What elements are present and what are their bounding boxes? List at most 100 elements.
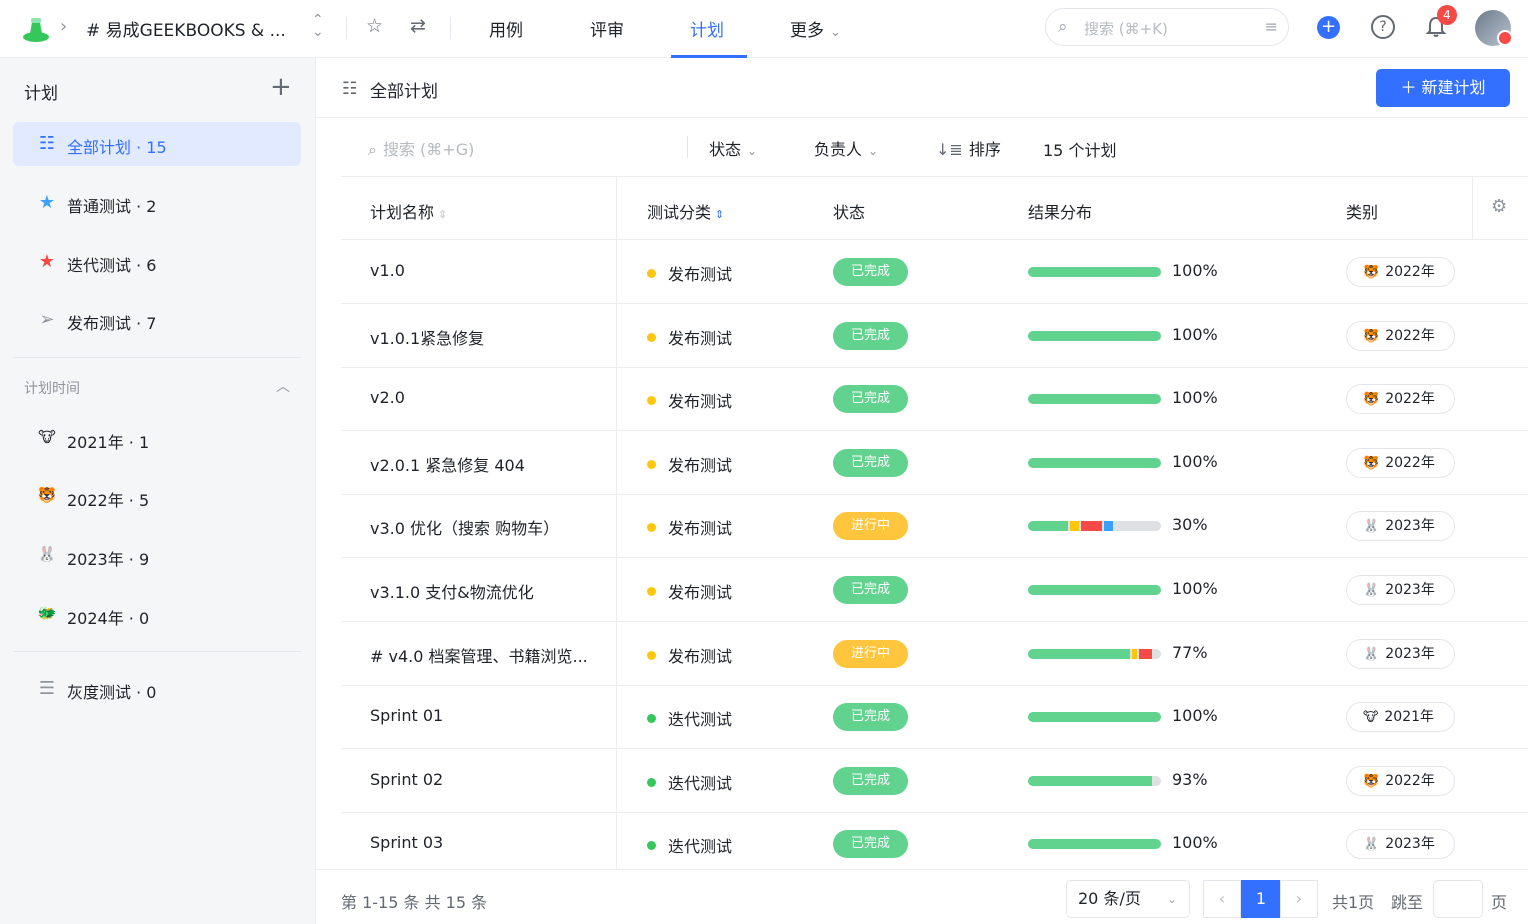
status-filter-dropdown[interactable]: 状态 ⌄ <box>709 136 757 160</box>
status-badge: 已完成 <box>833 448 908 477</box>
year-tag-label: 2022年 <box>1385 772 1435 789</box>
test-category-label: 发布测试 <box>668 265 733 284</box>
prev-page-button[interactable]: ‹ <box>1203 880 1241 918</box>
plan-name[interactable]: v1.0 <box>370 261 405 280</box>
chevron-down-icon: ⌄ <box>830 25 841 40</box>
sidebar-item-iteration-test[interactable]: ★ 迭代测试 · 6 <box>13 240 301 284</box>
tiger-icon: 🐯 <box>1363 773 1380 789</box>
year-tag: 🐯 2022年 <box>1346 765 1455 796</box>
page-title: 全部计划 <box>370 82 438 102</box>
project-switch-icon[interactable]: ⌃ ⌄ <box>312 13 324 39</box>
tab-more[interactable]: 更多 ⌄ <box>790 16 841 41</box>
sidebar-item-label: 普通测试 · 2 <box>67 197 157 216</box>
rabbit-icon: 🐰 <box>1363 837 1380 853</box>
page-number-current[interactable]: 1 <box>1241 880 1281 918</box>
category-dot <box>647 332 656 342</box>
sidebar-item-label: 2022年 · 5 <box>67 491 150 510</box>
sidebar-item-year-2022[interactable]: 🐯 2022年 · 5 <box>13 475 301 519</box>
result-percentage: 93% <box>1172 769 1208 789</box>
plan-name[interactable]: v3.1.0 支付&物流优化 <box>370 579 534 603</box>
page-suffix: 页 <box>1491 893 1508 912</box>
sidebar-item-all-plans[interactable]: ☷ 全部计划 · 15 <box>13 122 301 166</box>
plan-name[interactable]: v2.0.1 紧急修复 404 <box>370 452 525 476</box>
table-row[interactable]: Sprint 02 迭代测试 已完成 93% 🐯 2022年 <box>341 749 1528 813</box>
table-row[interactable]: v2.0.1 紧急修复 404 发布测试 已完成 100% 🐯 2022年 <box>341 431 1528 495</box>
result-bar-segment <box>1028 648 1130 659</box>
status-badge: 已完成 <box>833 385 908 414</box>
category-dot <box>647 841 656 851</box>
sidebar-item-release-test[interactable]: ➢ 发布测试 · 7 <box>13 298 301 342</box>
sidebar-item-normal-test[interactable]: ★ 普通测试 · 2 <box>13 181 301 225</box>
result-bar-segment <box>1028 330 1161 341</box>
column-header-name[interactable]: 计划名称 ⇕ <box>370 199 447 223</box>
table-row[interactable]: Sprint 01 迭代测试 已完成 100% 🐮 2021年 <box>341 685 1528 750</box>
status-filter-label: 状态 <box>709 140 742 159</box>
new-plan-button[interactable]: ＋ 新建计划 <box>1376 69 1510 107</box>
main-panel: ☷ 全部计划 ＋ 新建计划 ⌕ 搜索 (⌘+G) 状态 ⌄ 负责人 ⌄ ↓≣ 排序 15… <box>316 58 1528 924</box>
global-search-input[interactable]: ⌕ 搜索 (⌘+K) ≡ <box>1045 8 1289 46</box>
table-row[interactable]: v1.0 发布测试 已完成 100% 🐯 2022年 <box>341 240 1528 304</box>
divider <box>346 17 347 39</box>
owner-filter-dropdown[interactable]: 负责人 ⌄ <box>814 136 878 160</box>
add-circle-icon[interactable]: + <box>1317 16 1340 39</box>
status-badge: 已完成 <box>833 766 908 795</box>
plan-name[interactable]: v1.0.1紧急修复 <box>370 325 484 349</box>
column-header-label: 计划名称 <box>370 203 435 222</box>
table-row[interactable]: v1.0.1紧急修复 发布测试 已完成 100% 🐯 2022年 <box>341 304 1528 368</box>
sidebar-item-year-2023[interactable]: 🐰 2023年 · 9 <box>13 534 301 578</box>
owner-filter-label: 负责人 <box>814 140 863 159</box>
range-text: 第 1-15 条 共 15 条 <box>341 893 488 912</box>
jump-page-input[interactable] <box>1433 880 1483 918</box>
chevron-up-icon[interactable]: ︿ <box>276 376 290 396</box>
swap-icon[interactable]: ⇄ <box>410 15 426 37</box>
sort-button[interactable]: ↓≣ 排序 <box>936 136 1001 160</box>
sidebar-item-year-2024[interactable]: 🐲 2024年 · 0 <box>13 593 301 637</box>
add-plan-icon[interactable]: + <box>270 74 292 100</box>
app-logo-icon[interactable] <box>20 12 52 44</box>
table-row[interactable]: v3.0 优化（搜索 购物车） 发布测试 进行中 30% 🐰 2023年 <box>341 494 1528 559</box>
tab-plans[interactable]: 计划 <box>690 16 724 41</box>
column-header-type: 类别 <box>1346 203 1379 222</box>
table-row[interactable]: Sprint 03 迭代测试 已完成 100% 🐰 2023年 <box>341 812 1528 877</box>
test-category-label: 迭代测试 <box>668 710 733 730</box>
result-distribution-bar <box>1028 648 1161 659</box>
year-tag-label: 2023年 <box>1385 645 1435 662</box>
rabbit-icon: 🐰 <box>1363 646 1380 662</box>
plan-name[interactable]: Sprint 01 <box>370 706 443 725</box>
result-bar-segment <box>1139 648 1152 659</box>
sidebar-item-gray-test[interactable]: ☰ 灰度测试 · 0 <box>13 667 301 711</box>
plan-name[interactable]: Sprint 03 <box>370 833 443 852</box>
notification-badge: 4 <box>1437 5 1457 25</box>
page-size-select[interactable]: 20 条/页 ⌄ <box>1066 880 1190 918</box>
status-badge: 进行中 <box>833 512 908 541</box>
tiger-icon: 🐯 <box>37 486 57 504</box>
sort-icon: ↓≣ <box>936 140 963 159</box>
sort-label: 排序 <box>968 140 1001 159</box>
plan-name[interactable]: v2.0 <box>370 388 405 407</box>
plan-search-input[interactable]: ⌕ 搜索 (⌘+G) <box>368 136 474 160</box>
column-settings[interactable]: ⚙ <box>1472 176 1528 240</box>
status-badge: 已完成 <box>833 703 908 732</box>
test-category-label: 发布测试 <box>668 519 733 539</box>
tab-reviews[interactable]: 评审 <box>590 16 624 41</box>
column-header-category[interactable]: 测试分类 ⇕ <box>647 199 724 223</box>
tab-cases[interactable]: 用例 <box>489 16 523 41</box>
next-page-button[interactable]: › <box>1280 880 1318 918</box>
project-name[interactable]: # 易成GEEKBOOKS & ... <box>86 16 286 41</box>
plan-name[interactable]: v3.0 优化（搜索 购物车） <box>370 515 559 539</box>
sidebar-item-year-2021[interactable]: 🐮 2021年 · 1 <box>13 417 301 461</box>
help-icon[interactable]: ? <box>1371 15 1395 39</box>
result-distribution-bar <box>1028 712 1161 723</box>
star-outline-icon[interactable]: ☆ <box>366 15 383 37</box>
result-percentage: 100% <box>1172 706 1218 726</box>
table-row[interactable]: v3.1.0 支付&物流优化 发布测试 已完成 100% 🐰 2023年 <box>341 558 1528 622</box>
filter-icon[interactable]: ≡ <box>1265 17 1278 36</box>
plan-name[interactable]: # v4.0 档案管理、书籍浏览... <box>370 643 588 667</box>
table-row[interactable]: # v4.0 档案管理、书籍浏览... 发布测试 进行中 77% 🐰 2023年 <box>341 622 1528 686</box>
plan-name[interactable]: Sprint 02 <box>370 770 443 789</box>
table-header: 计划名称 ⇕ 测试分类 ⇕ 状态 结果分布 类别 <box>341 176 1528 240</box>
result-bar-segment <box>1104 521 1113 532</box>
result-bar-segment <box>1081 521 1102 532</box>
table-row[interactable]: v2.0 发布测试 已完成 100% 🐯 2022年 <box>341 367 1528 432</box>
year-tag-label: 2023年 <box>1385 836 1435 853</box>
